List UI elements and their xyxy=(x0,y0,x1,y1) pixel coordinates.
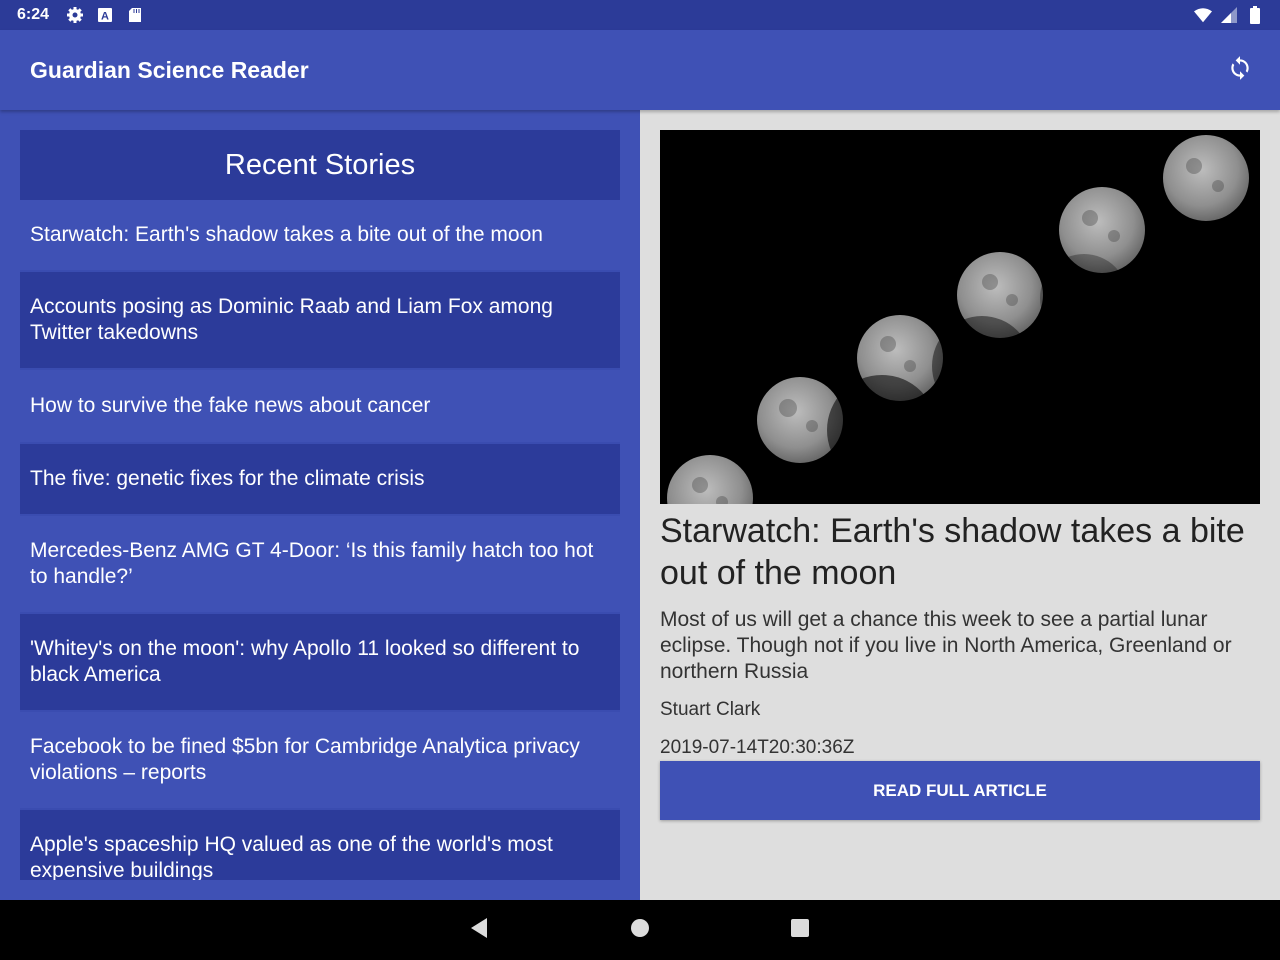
back-icon xyxy=(469,917,489,944)
article-date: 2019-07-14T20:30:36Z xyxy=(660,737,855,758)
cell-signal-icon xyxy=(1220,6,1238,24)
story-title: 'Whitey's on the moon': why Apollo 11 lo… xyxy=(30,637,580,686)
status-time: 6:24 xyxy=(17,6,50,23)
story-list[interactable]: Starwatch: Earth's shadow takes a bite o… xyxy=(20,200,620,880)
stories-pane: Recent Stories Starwatch: Earth's shadow… xyxy=(0,110,640,900)
story-item[interactable]: Mercedes-Benz AMG GT 4-Door: ‘Is this fa… xyxy=(20,516,620,614)
read-full-article-button[interactable]: READ FULL ARTICLE xyxy=(660,761,1260,820)
story-title: Apple's spaceship HQ valued as one of th… xyxy=(30,833,553,880)
app-bar: Guardian Science Reader xyxy=(0,30,1280,110)
home-button[interactable] xyxy=(625,915,655,945)
back-button[interactable] xyxy=(464,915,494,945)
status-bar: 6:24 A xyxy=(0,0,1280,30)
story-item[interactable]: Starwatch: Earth's shadow takes a bite o… xyxy=(20,200,620,272)
refresh-button[interactable] xyxy=(1222,52,1258,88)
article-author: Stuart Clark xyxy=(660,699,761,720)
story-item[interactable]: Apple's spaceship HQ valued as one of th… xyxy=(20,810,620,880)
navigation-bar xyxy=(0,900,1280,960)
recents-button[interactable] xyxy=(785,915,815,945)
battery-icon xyxy=(1246,6,1264,24)
story-item[interactable]: The five: genetic fixes for the climate … xyxy=(20,444,620,516)
story-item[interactable]: Accounts posing as Dominic Raab and Liam… xyxy=(20,272,620,370)
stories-header: Recent Stories xyxy=(20,130,620,200)
article-pane: Starwatch: Earth's shadow takes a bite o… xyxy=(640,110,1280,900)
story-item[interactable]: Facebook to be fined $5bn for Cambridge … xyxy=(20,712,620,810)
story-title: Facebook to be fined $5bn for Cambridge … xyxy=(30,735,580,784)
story-item[interactable]: 'Whitey's on the moon': why Apollo 11 lo… xyxy=(20,614,620,712)
story-title: Starwatch: Earth's shadow takes a bite o… xyxy=(30,223,543,246)
article-summary: Most of us will get a chance this week t… xyxy=(660,608,1232,683)
story-title: The five: genetic fixes for the climate … xyxy=(30,467,425,490)
sd-card-icon xyxy=(126,6,144,24)
story-title: Accounts posing as Dominic Raab and Liam… xyxy=(30,295,553,344)
wifi-icon xyxy=(1194,6,1212,24)
article-image xyxy=(660,130,1260,504)
gear-icon xyxy=(66,6,84,24)
home-icon xyxy=(630,918,650,943)
refresh-icon xyxy=(1227,55,1253,86)
a-badge-icon: A xyxy=(96,6,114,24)
recents-icon xyxy=(790,918,810,943)
story-item[interactable]: How to survive the fake news about cance… xyxy=(20,370,620,444)
app-title: Guardian Science Reader xyxy=(30,57,309,83)
svg-text:A: A xyxy=(101,11,109,23)
story-title: How to survive the fake news about cance… xyxy=(30,394,431,417)
story-title: Mercedes-Benz AMG GT 4-Door: ‘Is this fa… xyxy=(30,539,594,588)
article-title: Starwatch: Earth's shadow takes a bite o… xyxy=(660,512,1245,592)
